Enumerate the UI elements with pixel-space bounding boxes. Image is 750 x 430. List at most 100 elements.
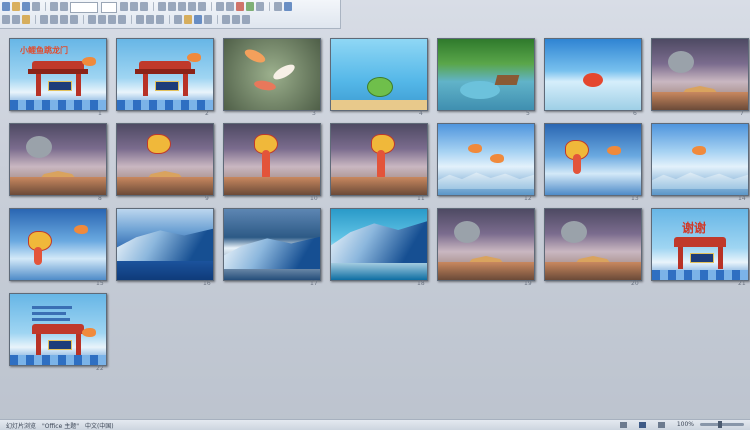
undo-icon[interactable] — [50, 2, 58, 11]
slide-thumbnail[interactable] — [9, 123, 107, 196]
cliff-image — [10, 177, 106, 195]
print-icon[interactable] — [32, 2, 40, 11]
slide-number: 20 — [631, 280, 639, 287]
status-language[interactable]: 中文(中国) — [85, 421, 114, 430]
slide-thumbnail[interactable]: 谢谢 — [651, 208, 749, 281]
slide-thumbnail[interactable] — [651, 123, 749, 196]
slide-thumbnail[interactable] — [651, 38, 749, 111]
justify-icon[interactable] — [118, 15, 126, 24]
waves-image — [652, 172, 748, 189]
new-icon[interactable] — [2, 2, 10, 11]
carp-image — [490, 154, 504, 163]
zoom-percent[interactable]: 100% — [677, 421, 694, 428]
line-spacing-icon[interactable] — [136, 15, 144, 24]
slide-thumbnail[interactable] — [330, 38, 428, 111]
slide-thumbnail[interactable] — [544, 38, 642, 111]
align-left-icon[interactable] — [158, 2, 166, 11]
crab-image — [583, 73, 603, 87]
shape-outline-icon[interactable] — [194, 15, 202, 24]
copy-icon[interactable] — [12, 15, 20, 24]
outdent-icon[interactable] — [226, 2, 234, 11]
slide-thumbnail[interactable] — [9, 293, 107, 366]
slide-thumbnail[interactable] — [544, 123, 642, 196]
font-name-box[interactable] — [70, 2, 98, 13]
underline-icon[interactable] — [140, 2, 148, 11]
dragon-body-image — [262, 150, 270, 180]
slide-number: 11 — [417, 195, 425, 202]
slide-thumbnail[interactable]: 小鲤鱼跳龙门 — [9, 38, 107, 111]
carp-image — [692, 146, 706, 155]
slide-thumbnail[interactable] — [330, 208, 428, 281]
slide-thumbnail[interactable] — [116, 208, 214, 281]
gate-pillar — [143, 74, 148, 96]
redo-icon[interactable] — [60, 2, 68, 11]
text-line — [32, 312, 66, 315]
slide-thumbnail[interactable] — [223, 38, 321, 111]
slide-thumbnail[interactable] — [116, 38, 214, 111]
find-icon[interactable] — [222, 15, 230, 24]
bold-icon[interactable] — [40, 15, 48, 24]
koi-image — [271, 61, 297, 83]
slide-thumbnail[interactable] — [544, 208, 642, 281]
select-icon[interactable] — [242, 15, 250, 24]
slideshow-view-icon[interactable] — [657, 421, 665, 428]
slide-thumbnail[interactable] — [437, 38, 535, 111]
align-center-icon[interactable] — [168, 2, 176, 11]
slide-thumbnail[interactable] — [116, 123, 214, 196]
gate-plaque — [155, 81, 179, 91]
shadow-icon[interactable] — [60, 15, 68, 24]
numbering-icon[interactable] — [198, 2, 206, 11]
slide-number: 4 — [419, 110, 423, 117]
align-right-icon[interactable] — [108, 15, 116, 24]
dragon-image — [147, 134, 171, 154]
slide-number: 16 — [203, 280, 211, 287]
picture-icon[interactable] — [246, 2, 254, 11]
strikethrough-icon[interactable] — [70, 15, 78, 24]
text-direction-icon[interactable] — [146, 15, 154, 24]
bold-icon[interactable] — [120, 2, 128, 11]
zoom-slider[interactable] — [700, 421, 744, 428]
slide-thumbnail[interactable] — [9, 208, 107, 281]
paste-icon[interactable] — [22, 15, 30, 24]
zoom-slider-thumb[interactable] — [718, 421, 722, 428]
align-right-icon[interactable] — [178, 2, 186, 11]
slide-number: 14 — [738, 195, 746, 202]
toolbar-separator — [131, 15, 132, 24]
help-icon[interactable] — [284, 2, 292, 11]
shape-fill-icon[interactable] — [184, 15, 192, 24]
columns-icon[interactable] — [156, 15, 164, 24]
slide-number: 13 — [631, 195, 639, 202]
open-icon[interactable] — [12, 2, 20, 11]
align-left-icon[interactable] — [88, 15, 96, 24]
slide-sorter-view-icon[interactable] — [638, 421, 646, 428]
koi-image — [242, 46, 268, 66]
cut-icon[interactable] — [2, 15, 10, 24]
slide-number: 19 — [524, 280, 532, 287]
align-center-icon[interactable] — [98, 15, 106, 24]
save-icon[interactable] — [22, 2, 30, 11]
slide-thumbnail[interactable] — [223, 208, 321, 281]
italic-icon[interactable] — [130, 2, 138, 11]
slide-thumbnail[interactable] — [330, 123, 428, 196]
indent-icon[interactable] — [216, 2, 224, 11]
font-size-box[interactable] — [101, 2, 117, 13]
slide-title-text: 小鲤鱼跳龙门 — [20, 46, 68, 55]
shapes-icon[interactable] — [256, 2, 264, 11]
font-color-icon[interactable] — [236, 2, 244, 11]
zoom-icon[interactable] — [274, 2, 282, 11]
waves-image — [10, 100, 106, 110]
slide-thumbnail[interactable] — [223, 123, 321, 196]
toolbar-separator — [153, 2, 154, 11]
normal-view-icon[interactable] — [619, 421, 627, 428]
italic-icon[interactable] — [50, 15, 58, 24]
slide-thumbnail[interactable] — [437, 123, 535, 196]
slide-number: 12 — [524, 195, 532, 202]
bullets-icon[interactable] — [188, 2, 196, 11]
replace-icon[interactable] — [232, 15, 240, 24]
toolbar-separator — [169, 15, 170, 24]
gate-pillar — [76, 74, 81, 96]
slide-thumbnail[interactable] — [437, 208, 535, 281]
gate-plaque — [48, 340, 72, 350]
arrange-icon[interactable] — [174, 15, 182, 24]
shape-effects-icon[interactable] — [204, 15, 212, 24]
